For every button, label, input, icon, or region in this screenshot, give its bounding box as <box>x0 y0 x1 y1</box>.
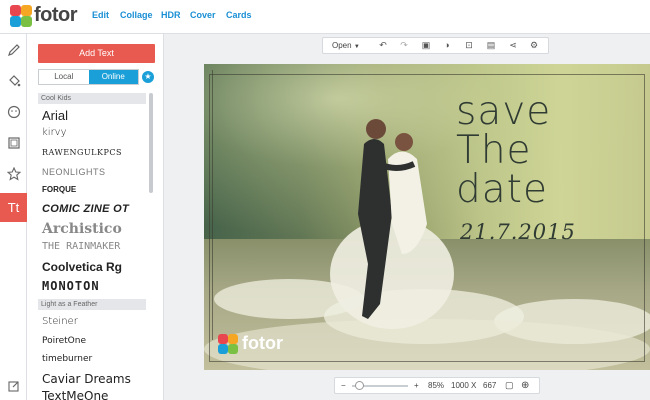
photo-canvas[interactable]: save The date 21.7.2015 fotor <box>204 64 650 370</box>
image-width: 1000 <box>451 381 469 390</box>
zoom-slider-handle[interactable] <box>354 381 364 390</box>
frame-icon <box>7 137 20 149</box>
font-item[interactable]: TextMeOne <box>42 389 108 400</box>
tab-local[interactable]: Local <box>39 70 89 84</box>
undo-icon[interactable]: ↶ <box>377 39 389 52</box>
nav-collage[interactable]: Collage <box>120 10 153 20</box>
compare-icon[interactable]: ▣ <box>420 39 432 52</box>
settings-icon[interactable]: ⚙ <box>528 39 540 52</box>
nav-cover[interactable]: Cover <box>190 10 216 20</box>
font-list-scrollbar[interactable] <box>149 93 153 193</box>
sidebar-item-notes[interactable] <box>0 372 27 400</box>
chevron-down-icon: ▼ <box>353 44 360 50</box>
font-item[interactable]: Steiner <box>42 316 78 327</box>
font-item[interactable]: Coolvetica Rg <box>42 260 122 274</box>
redo-icon[interactable]: ↷ <box>398 39 410 52</box>
font-item[interactable]: MONOTON <box>42 279 100 293</box>
pencil-icon <box>7 44 20 56</box>
font-item[interactable]: Archistico <box>42 221 122 237</box>
section-header-light-as-a-feather: Light as a Feather <box>38 299 146 310</box>
top-bar: fotor Edit Collage HDR Cover Cards <box>0 0 650 34</box>
dimension-separator: X <box>471 381 477 390</box>
zoom-bar: − + 85% 1000 X 667 ▢ ⊕ <box>334 377 540 394</box>
star-icon: ★ <box>144 72 152 81</box>
nav-hdr[interactable]: HDR <box>161 10 181 20</box>
text-icon: Tt <box>7 200 20 215</box>
tab-online[interactable]: Online <box>88 70 138 84</box>
save-icon[interactable]: ▤ <box>485 39 497 52</box>
sticker-face-icon <box>7 105 20 119</box>
card-frame <box>209 74 645 362</box>
sidebar-item-effects[interactable] <box>0 160 27 188</box>
card-frame-line <box>212 70 213 340</box>
image-height: 667 <box>483 381 497 390</box>
screenshot-icon[interactable]: ⊡ <box>463 39 475 52</box>
nav-edit[interactable]: Edit <box>92 10 109 20</box>
fit-screen-icon[interactable]: ▢ <box>505 378 514 393</box>
actual-size-icon[interactable]: ⊕ <box>521 378 529 393</box>
tool-sidebar: Tt <box>0 34 27 400</box>
font-item[interactable]: kirvy <box>42 127 67 138</box>
font-item[interactable]: COMIC ZINE OT <box>42 203 129 215</box>
paint-bucket-icon <box>8 75 20 87</box>
open-dropdown[interactable]: Open ▼ <box>332 38 360 55</box>
zoom-level: 85% <box>428 381 445 390</box>
section-header-cool-kids: Cool Kids <box>38 93 146 104</box>
font-item[interactable]: Caviar Dreams <box>42 372 131 386</box>
editor-workspace: Open ▼ ↶ ↷ ▣ ◑ ⊡ ▤ ⋖ ⚙ save The date 21.… <box>164 34 650 400</box>
app-logo-text[interactable]: fotor <box>34 4 78 27</box>
font-item[interactable]: Arial <box>42 108 68 123</box>
font-source-tabs: Local Online <box>38 69 139 85</box>
sidebar-item-edit[interactable] <box>0 36 27 64</box>
font-item[interactable]: NEONLIGHTS <box>42 167 106 177</box>
font-item[interactable]: THE RAINMAKER <box>42 241 120 252</box>
sidebar-item-frames[interactable] <box>0 129 27 157</box>
watermark-text: fotor <box>242 333 283 353</box>
star-icon <box>6 167 21 181</box>
add-text-button[interactable]: Add Text <box>38 44 155 63</box>
font-item[interactable]: RAWENGULKPCS <box>42 148 122 157</box>
sidebar-item-text[interactable]: Tt <box>0 193 27 222</box>
circle-half-icon[interactable]: ◑ <box>441 39 453 52</box>
sidebar-item-fill[interactable] <box>0 67 27 95</box>
zoom-in-button[interactable]: + <box>414 378 419 393</box>
font-item[interactable]: timeburner <box>42 354 92 364</box>
editor-toolbar: Open ▼ ↶ ↷ ▣ ◑ ⊡ ▤ ⋖ ⚙ <box>322 37 549 54</box>
text-panel: Add Text Local Online ★ Cool Kids Arial … <box>27 34 164 400</box>
watermark-logo-icon <box>218 334 238 354</box>
zoom-out-button[interactable]: − <box>341 378 346 393</box>
edit-note-icon <box>7 381 19 392</box>
headline-text[interactable]: save The date <box>456 92 551 209</box>
share-icon[interactable]: ⋖ <box>507 39 519 52</box>
date-text[interactable]: 21.7.2015 <box>460 220 576 244</box>
font-item[interactable]: FORQUE <box>42 185 76 194</box>
favorite-fonts-button[interactable]: ★ <box>142 71 154 83</box>
font-item[interactable]: PoiretOne <box>42 336 86 346</box>
nav-cards[interactable]: Cards <box>226 10 252 20</box>
sidebar-item-stickers[interactable] <box>0 98 27 126</box>
fotor-logo-icon[interactable] <box>10 5 32 27</box>
